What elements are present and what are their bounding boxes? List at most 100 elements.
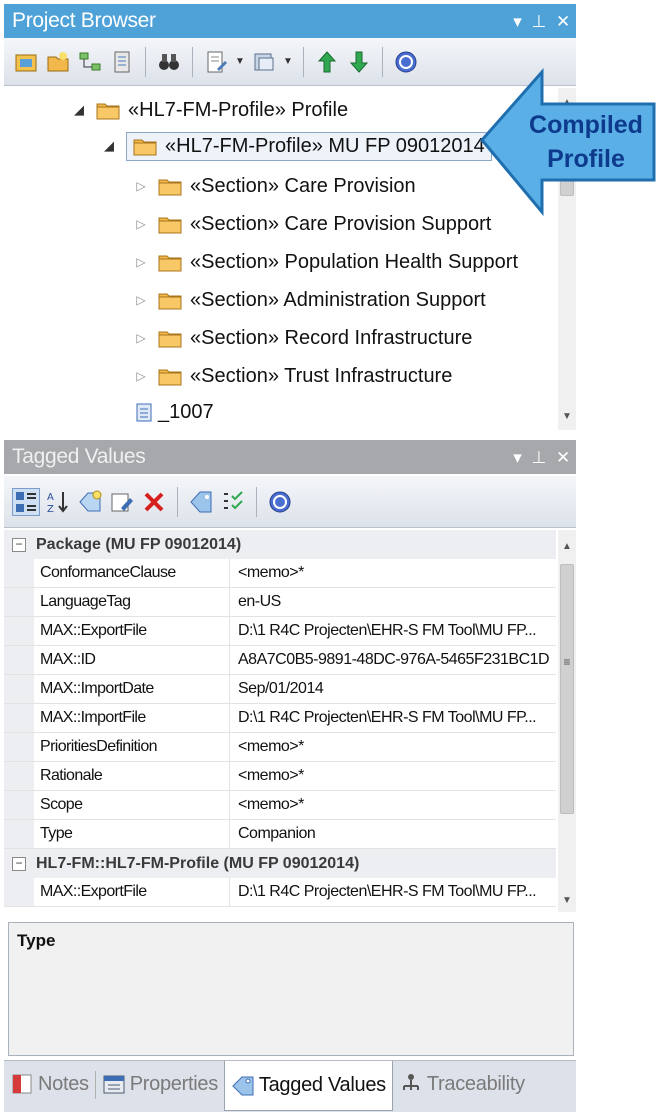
table-row[interactable]: MAX::ID A8A7C0B5-9891-48DC-976A-5465F231B… — [4, 646, 556, 675]
project-browser-title: Project Browser — [12, 9, 156, 32]
tab-properties[interactable]: Properties — [96, 1061, 224, 1107]
tab-label: Notes — [38, 1072, 89, 1095]
tag-name: MAX::ExportFile — [34, 617, 230, 645]
document-list-icon — [132, 403, 152, 422]
new-diagram-button[interactable] — [76, 48, 104, 76]
scroll-up-icon[interactable]: ▲ — [558, 538, 576, 554]
tag-value[interactable]: en-US — [230, 588, 556, 616]
table-row[interactable]: PrioritiesDefinition <memo>* — [4, 733, 556, 762]
collapsed-arrow-icon[interactable]: ▷ — [132, 293, 150, 307]
pin-icon[interactable]: ⊥ — [532, 449, 547, 466]
tab-notes[interactable]: Notes — [4, 1061, 95, 1107]
collapse-icon[interactable]: − — [12, 856, 26, 871]
project-browser-window-controls: ▾ ⊥ ✕ — [513, 4, 570, 38]
table-row[interactable]: LanguageTag en-US — [4, 588, 556, 617]
tag-value[interactable]: D:\1 R4C Projecten\EHR-S FM Tool\MU FP..… — [230, 704, 556, 732]
documentation-dropdown-icon[interactable]: ▼ — [234, 56, 246, 67]
tag-value[interactable]: <memo>* — [230, 559, 556, 587]
folder-icon — [158, 291, 182, 310]
table-row[interactable]: Rationale <memo>* — [4, 762, 556, 791]
table-row[interactable]: MAX::ExportFile D:\1 R4C Projecten\EHR-S … — [4, 617, 556, 646]
sort-az-icon: AZ — [47, 491, 68, 515]
tree-item-profile[interactable]: ◢ «HL7-FM-Profile» Profile — [70, 92, 348, 128]
collapse-icon[interactable]: − — [12, 537, 26, 552]
tag-value[interactable]: <memo>* — [230, 762, 556, 790]
tag-description-panel: Type — [8, 922, 574, 1056]
new-model-button[interactable] — [12, 48, 40, 76]
move-up-button[interactable] — [313, 48, 341, 76]
arrow-down-icon — [349, 51, 369, 73]
dropdown-arrow-icon[interactable]: ▾ — [513, 449, 522, 466]
tag-value[interactable]: D:\1 R4C Projecten\EHR-S FM Tool\MU FP..… — [230, 617, 556, 645]
collapsed-arrow-icon[interactable]: ▷ — [132, 179, 150, 193]
grid-group-package[interactable]: − Package (MU FP 09012014) — [4, 530, 556, 559]
tree-item-record-infrastructure[interactable]: ▷ «Section» Record Infrastructure — [132, 320, 472, 356]
pin-icon[interactable]: ⊥ — [532, 13, 547, 30]
tag-value[interactable]: D:\1 R4C Projecten\EHR-S FM Tool\MU FP..… — [230, 878, 556, 906]
scroll-down-icon[interactable]: ▼ — [558, 408, 576, 424]
expanded-arrow-icon[interactable]: ◢ — [70, 102, 88, 118]
tree-item-trust-infrastructure[interactable]: ▷ «Section» Trust Infrastructure — [132, 358, 452, 394]
close-icon[interactable]: ✕ — [556, 449, 570, 466]
bottom-tab-bar: Notes Properties Tagged Values Traceabil… — [4, 1060, 576, 1112]
collapsed-arrow-icon[interactable]: ▷ — [132, 331, 150, 345]
help-button[interactable] — [392, 48, 420, 76]
tree-item-care-provision[interactable]: ▷ «Section» Care Provision — [132, 168, 415, 204]
tag-value[interactable]: Companion — [230, 820, 556, 848]
table-row[interactable]: Type Companion — [4, 820, 556, 849]
toolbar-separator — [192, 46, 193, 77]
collapsed-arrow-icon[interactable]: ▷ — [132, 255, 150, 269]
tagged-values-help-button[interactable] — [266, 488, 294, 516]
code-engineering-button[interactable] — [250, 48, 278, 76]
tree-item-administration-support[interactable]: ▷ «Section» Administration Support — [132, 282, 485, 318]
table-row[interactable]: ConformanceClause <memo>* — [4, 559, 556, 588]
tab-traceability[interactable]: Traceability — [393, 1061, 531, 1107]
collapsed-arrow-icon[interactable]: ▷ — [132, 217, 150, 231]
grid-group-label: Package (MU FP 09012014) — [36, 535, 242, 553]
edit-tag-button[interactable] — [108, 488, 136, 516]
tree-item-care-provision-support[interactable]: ▷ «Section» Care Provision Support — [132, 206, 491, 242]
svg-text:Z: Z — [47, 504, 54, 515]
tag-properties-button[interactable] — [187, 488, 215, 516]
new-tag-button[interactable] — [76, 488, 104, 516]
delete-tag-button[interactable] — [140, 488, 168, 516]
tag-value[interactable]: <memo>* — [230, 791, 556, 819]
delete-icon — [144, 492, 164, 511]
tree-item-mu-fp[interactable]: ◢ «HL7-FM-Profile» MU FP 09012014 — [100, 128, 492, 164]
table-row[interactable]: MAX::ExportFile D:\1 R4C Projecten\EHR-S … — [4, 878, 556, 907]
new-element-button[interactable] — [108, 48, 136, 76]
sort-az-button[interactable]: AZ — [44, 488, 72, 516]
collapsed-arrow-icon[interactable]: ▷ — [132, 369, 150, 383]
selected-item-box[interactable]: «HL7-FM-Profile» MU FP 09012014 — [126, 131, 492, 161]
tag-list-button[interactable] — [219, 488, 247, 516]
dropdown-arrow-icon[interactable]: ▾ — [513, 13, 522, 30]
move-down-button[interactable] — [345, 48, 373, 76]
tag-name: MAX::ImportDate — [34, 675, 230, 703]
grid-group-label: HL7-FM::HL7-FM-Profile (MU FP 09012014) — [36, 854, 360, 872]
find-button[interactable] — [155, 48, 183, 76]
list-check-icon — [224, 490, 243, 509]
grid-scrollbar[interactable]: ▲ ≡ ▼ — [558, 530, 576, 912]
scroll-down-icon[interactable]: ▼ — [558, 892, 576, 908]
table-row[interactable]: Scope <memo>* — [4, 791, 556, 820]
categorized-view-button[interactable] — [12, 487, 40, 516]
tag-value[interactable]: <memo>* — [230, 733, 556, 761]
table-row[interactable]: MAX::ImportFile D:\1 R4C Projecten\EHR-S … — [4, 704, 556, 733]
tab-label: Properties — [129, 1072, 218, 1095]
grid-group-hl7-fm-profile[interactable]: − HL7-FM::HL7-FM-Profile (MU FP 09012014… — [4, 849, 556, 878]
table-row[interactable]: MAX::ImportDate Sep/01/2014 — [4, 675, 556, 704]
tab-tagged-values[interactable]: Tagged Values — [223, 1061, 393, 1111]
close-icon[interactable]: ✕ — [556, 13, 570, 30]
new-package-button[interactable] — [44, 48, 72, 76]
tag-value[interactable]: Sep/01/2014 — [230, 675, 556, 703]
folder-icon — [158, 215, 182, 234]
code-engineering-dropdown-icon[interactable]: ▼ — [282, 56, 294, 67]
documentation-button[interactable] — [202, 48, 230, 76]
callout-line-1: Compiled — [529, 111, 643, 139]
tag-value[interactable]: A8A7C0B5-9891-48DC-976A-5465F231BC1D — [230, 646, 556, 674]
tree-item-population-health-support[interactable]: ▷ «Section» Population Health Support — [132, 244, 518, 280]
arrow-up-icon — [317, 50, 337, 72]
expanded-arrow-icon[interactable]: ◢ — [100, 138, 118, 154]
grid-scrollbar-thumb[interactable] — [560, 564, 574, 814]
tree-item-1007[interactable]: _1007 — [132, 394, 214, 430]
